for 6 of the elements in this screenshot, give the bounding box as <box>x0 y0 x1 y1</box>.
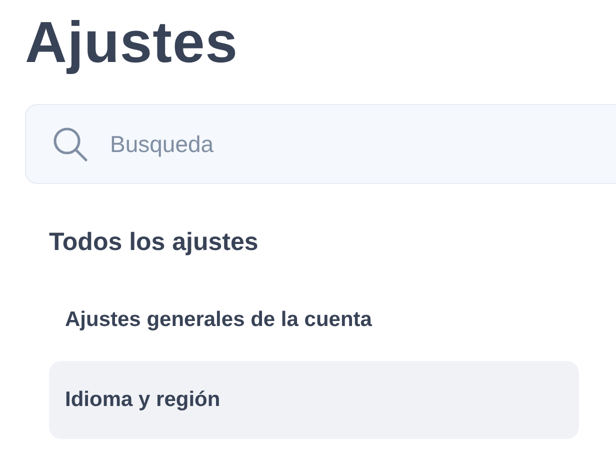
settings-item[interactable]: Ajustes generales de la cuenta <box>49 281 579 359</box>
search-icon <box>51 125 89 163</box>
settings-item[interactable]: Idioma y región <box>49 361 579 439</box>
page-title: Ajustes <box>25 9 238 77</box>
section-heading: Todos los ajustes <box>49 228 258 257</box>
search-field[interactable]: Busqueda <box>25 104 616 184</box>
